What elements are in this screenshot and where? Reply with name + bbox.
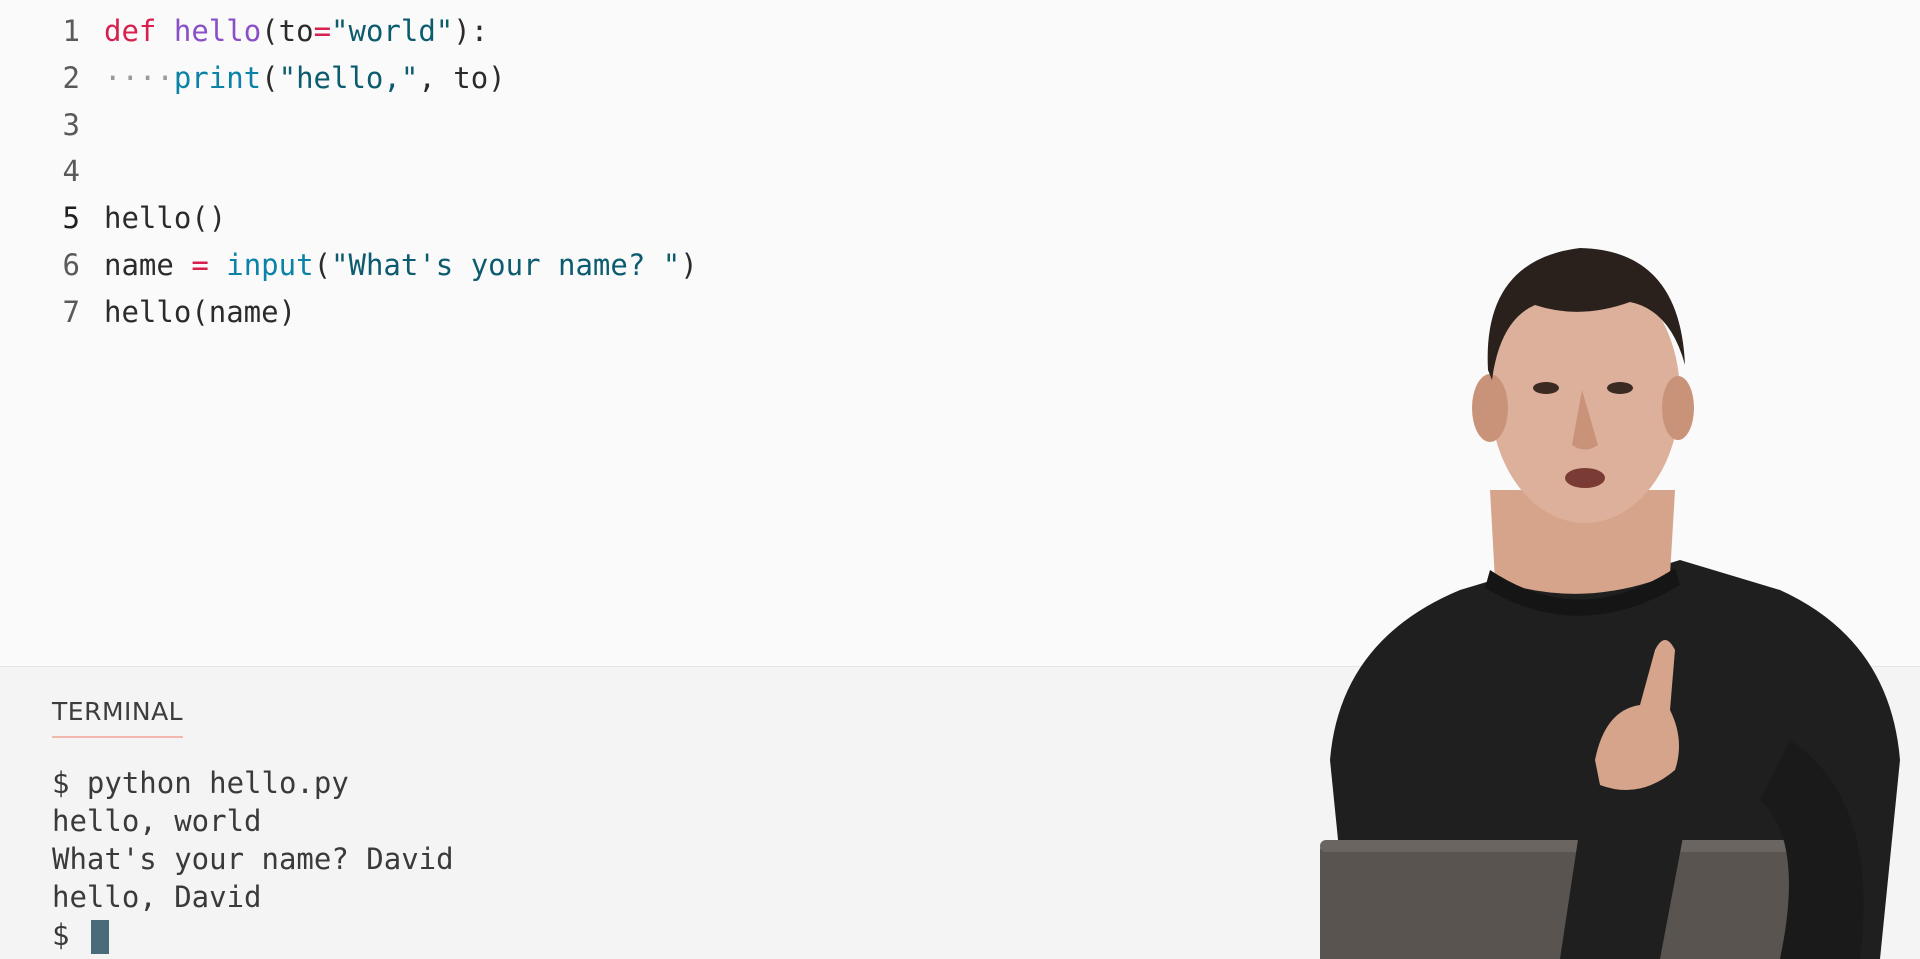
code-token: = <box>191 248 209 282</box>
screen: 1 def hello(to="world"): 2 ····print("hello… <box>0 0 1920 959</box>
terminal-line: What's your name? David <box>52 840 454 878</box>
code-text: ····print("hello,", to) <box>104 61 506 95</box>
line-number: 6 <box>62 248 80 282</box>
code-token: print <box>173 60 262 95</box>
code-token: input <box>226 248 314 282</box>
code-token: hello() <box>104 201 227 236</box>
terminal-prompt: $ <box>52 916 454 954</box>
code-text: hello(name) <box>104 295 296 329</box>
code-text: def hello(to="world"): <box>104 14 488 48</box>
terminal-output[interactable]: $ python hello.py hello, world What's your… <box>52 764 454 954</box>
code-token: hello(name) <box>104 294 297 329</box>
terminal-line-text: What's your name? David <box>52 842 454 876</box>
code-token: ) <box>680 248 698 282</box>
code-line[interactable]: 4 <box>0 148 104 194</box>
presenter-image <box>1320 248 1900 959</box>
line-number: 5 <box>62 201 80 236</box>
code-line[interactable]: 3 <box>0 102 104 148</box>
code-line[interactable]: 2 ····print("hello,", to) <box>0 55 506 101</box>
code-line[interactable]: 1 def hello(to="world"): <box>0 8 489 54</box>
code-token: hello <box>173 14 262 48</box>
code-token: "What's your name? " <box>331 248 681 282</box>
code-token: "hello," <box>278 60 419 95</box>
code-token: name <box>104 248 192 282</box>
terminal-line-text: hello, David <box>52 880 262 914</box>
code-token: ( <box>261 60 279 95</box>
code-token: "world" <box>331 14 454 48</box>
code-text: name = input("What's your name? ") <box>104 248 698 282</box>
code-line[interactable]: 5 hello() <box>0 195 227 241</box>
presenter-video <box>1260 240 1920 959</box>
code-token: ): <box>453 14 489 48</box>
code-token: = <box>313 14 332 48</box>
code-token: def <box>104 14 157 48</box>
tab-terminal[interactable]: TERMINAL <box>52 697 184 738</box>
code-line[interactable]: 7 hello(name) <box>0 289 297 335</box>
code-text: hello() <box>104 201 226 235</box>
line-number: 2 <box>62 60 80 95</box>
terminal-line-text: $ python hello.py <box>52 766 349 800</box>
line-number: 4 <box>62 154 80 189</box>
terminal-cursor <box>90 920 109 954</box>
terminal-line: hello, David <box>52 878 454 916</box>
line-number: 1 <box>62 14 80 48</box>
terminal-line-text: hello, world <box>52 804 262 838</box>
terminal-line: $ python hello.py <box>52 764 454 802</box>
code-line[interactable]: 6 name = input("What's your name? ") <box>0 242 698 288</box>
terminal-line-text: $ <box>52 918 87 952</box>
code-token: ( <box>313 248 332 282</box>
line-number: 7 <box>62 294 80 329</box>
code-token: (to <box>261 14 314 48</box>
code-token: ···· <box>104 60 174 95</box>
terminal-line: hello, world <box>52 802 454 840</box>
line-number: 3 <box>62 107 80 142</box>
code-token: , to) <box>418 60 506 95</box>
